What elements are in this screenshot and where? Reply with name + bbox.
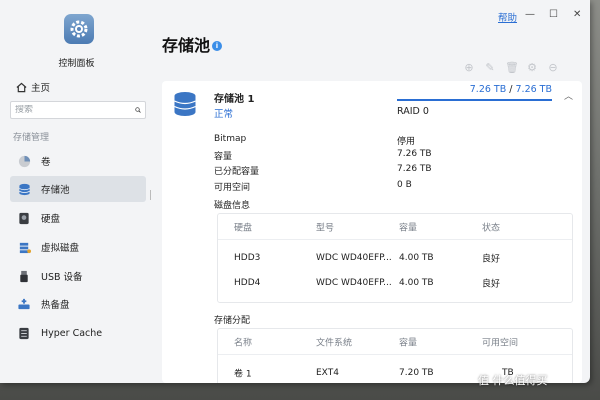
close-button[interactable]: ✕ <box>573 9 581 20</box>
sidebar-item-label: 热备盘 <box>41 300 70 311</box>
pool-name: 存储池 1 <box>214 94 255 105</box>
prop-label: Bitmap <box>214 134 247 144</box>
table-cell: 4.00 TB <box>399 253 434 263</box>
capacity-readout: 7.26 TB / 7.26 TB <box>397 84 552 95</box>
table-cell: 良好 <box>482 279 501 290</box>
capacity-total: 7.26 TB <box>515 84 553 95</box>
storage-pool-icon <box>17 182 31 196</box>
table-cell: WDC WD40EFP... <box>316 253 392 263</box>
info-icon[interactable]: i <box>212 41 222 51</box>
prop-value: 0 B <box>397 180 412 190</box>
storage-pool-card: 存储池 1 正常 7.26 TB / 7.26 TB RAID 0 ︿ Bitm… <box>162 81 582 383</box>
volume-pie-icon <box>17 154 31 168</box>
column-header: 容量 <box>399 223 418 233</box>
capacity-separator: / <box>506 84 516 95</box>
help-link[interactable]: 帮助 <box>498 10 517 24</box>
sidebar-item-volume[interactable]: 卷 <box>10 148 146 174</box>
control-panel-gear-icon <box>64 14 94 44</box>
column-header: 文件系统 <box>316 338 353 348</box>
table-cell: 7.20 TB <box>399 368 434 378</box>
sidebar-item-hyper-cache[interactable]: Hyper Cache <box>10 320 146 346</box>
column-header: 容量 <box>399 338 418 348</box>
prop-value: 7.26 TB <box>397 149 432 159</box>
settings-icon[interactable]: ⚙ <box>526 62 538 74</box>
prop-value: 7.26 TB <box>397 164 432 174</box>
table-header: 名称 文件系统 容量 可用空间 <box>218 329 572 355</box>
sidebar-item-label: 存储池 <box>41 185 70 196</box>
sidebar-item-label: 硬盘 <box>41 214 61 225</box>
sidebar-item-label: Hyper Cache <box>41 327 103 339</box>
allocation-title: 存储分配 <box>214 316 251 326</box>
minimize-button[interactable]: — <box>525 9 535 20</box>
section-label-storage: 存储管理 <box>13 133 50 143</box>
search-input[interactable] <box>15 105 135 115</box>
sidebar-resize-handle[interactable] <box>150 190 151 200</box>
chevron-up-icon[interactable]: ︿ <box>564 89 573 102</box>
raid-type: RAID 0 <box>397 106 429 117</box>
add-icon[interactable]: ⊕ <box>463 62 475 74</box>
prop-label: 可用空间 <box>214 183 251 193</box>
sidebar-item-storage-pool[interactable]: 存储池 <box>10 176 146 202</box>
table-cell: 卷 1 <box>234 369 252 380</box>
column-header: 型号 <box>316 223 335 233</box>
column-header: 状态 <box>482 223 501 233</box>
usb-icon <box>17 269 31 283</box>
table-cell: HDD4 <box>234 278 261 288</box>
sidebar: 控制面板 主页 存储管理 卷 存储池 <box>0 0 153 383</box>
capacity-bar <box>397 99 552 101</box>
prop-value: 停用 <box>397 137 416 147</box>
virtual-disk-icon <box>17 240 31 254</box>
home-icon <box>16 82 27 92</box>
sidebar-item-label: 卷 <box>41 157 51 168</box>
watermark-logo: 值 什么值得买 <box>478 374 548 387</box>
table-row[interactable]: HDD4 WDC WD40EFP... 4.00 TB 良好 <box>218 271 572 295</box>
main-panel: 帮助 — ☐ ✕ 存储池 i ⊕ ✎ 🗑 ⚙ ⊖ 存储池 1 正常 7.26 T… <box>153 0 590 383</box>
disk-table: 硬盘 型号 容量 状态 HDD3 WDC WD40EFP... 4.00 TB … <box>217 213 573 303</box>
table-cell: EXT4 <box>316 368 339 378</box>
sidebar-item-usb[interactable]: USB 设备 <box>10 263 146 289</box>
toolbar: ⊕ ✎ 🗑 ⚙ ⊖ <box>463 62 559 74</box>
column-header: 硬盘 <box>234 223 253 233</box>
storage-pool-large-icon <box>173 91 197 120</box>
table-cell: 良好 <box>482 254 501 265</box>
app-title: 控制面板 <box>58 59 95 69</box>
sidebar-item-label: USB 设备 <box>41 272 83 283</box>
prop-label: 容量 <box>214 152 233 162</box>
search-box[interactable] <box>10 101 146 119</box>
page-title: 存储池 <box>162 36 211 55</box>
table-cell: HDD3 <box>234 253 261 263</box>
table-header: 硬盘 型号 容量 状态 <box>218 214 572 240</box>
maximize-button[interactable]: ☐ <box>549 9 558 20</box>
disk-info-title: 磁盘信息 <box>214 201 251 211</box>
search-icon[interactable] <box>135 105 141 115</box>
table-cell: WDC WD40EFP... <box>316 278 392 288</box>
hot-spare-icon <box>17 297 31 311</box>
sidebar-item-label: 虚拟磁盘 <box>41 243 80 254</box>
sidebar-home[interactable]: 主页 <box>16 80 50 94</box>
home-label: 主页 <box>31 83 51 94</box>
capacity-used: 7.26 TB <box>469 84 507 95</box>
pool-status: 正常 <box>214 109 234 120</box>
cache-icon <box>17 326 31 340</box>
table-row[interactable]: HDD3 WDC WD40EFP... 4.00 TB 良好 <box>218 246 572 270</box>
column-header: 可用空间 <box>482 338 519 348</box>
table-cell: 4.00 TB <box>399 278 434 288</box>
prop-label: 已分配容量 <box>214 167 260 177</box>
more-icon[interactable]: ⊖ <box>547 62 559 74</box>
capacity-bar-fill <box>397 99 552 101</box>
hdd-icon <box>17 211 31 225</box>
sidebar-item-hot-spare[interactable]: 热备盘 <box>10 291 146 317</box>
sidebar-item-hdd[interactable]: 硬盘 <box>10 205 146 231</box>
sidebar-item-virtual-disk[interactable]: 虚拟磁盘 <box>10 234 146 260</box>
control-panel-window: 控制面板 主页 存储管理 卷 存储池 <box>0 0 590 383</box>
column-header: 名称 <box>234 338 253 348</box>
delete-icon[interactable]: 🗑 <box>505 62 519 74</box>
edit-icon[interactable]: ✎ <box>484 62 496 74</box>
